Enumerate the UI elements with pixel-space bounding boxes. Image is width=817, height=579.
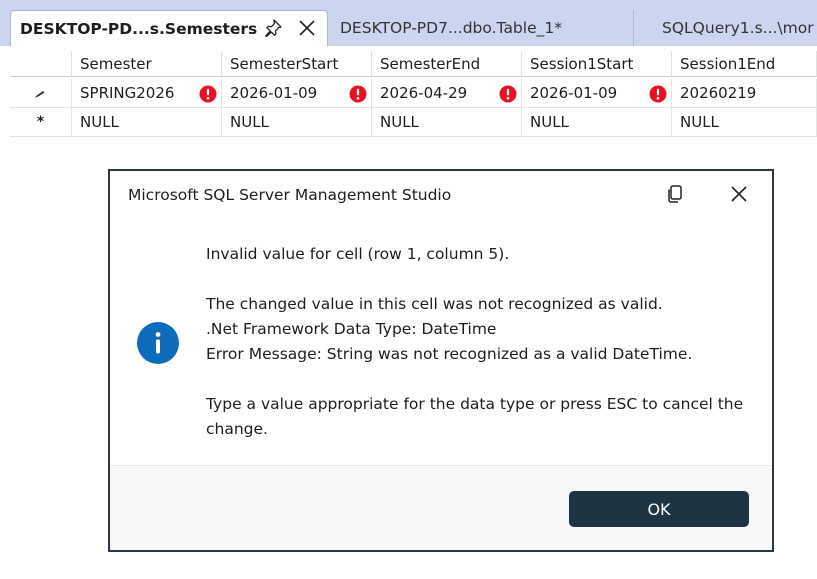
close-icon[interactable] bbox=[297, 18, 317, 38]
dialog-footer: OK bbox=[110, 465, 772, 550]
table-cell[interactable]: NULL bbox=[222, 108, 372, 137]
error-icon bbox=[499, 85, 517, 103]
info-icon bbox=[137, 322, 179, 364]
tab-table-1[interactable]: DESKTOP-PD7...dbo.Table_1* bbox=[328, 10, 634, 46]
message-line: Invalid value for cell (row 1, column 5)… bbox=[206, 245, 510, 263]
tab-label: DESKTOP-PD7...dbo.Table_1* bbox=[340, 19, 562, 37]
pin-icon[interactable] bbox=[263, 18, 283, 38]
table-cell[interactable]: NULL bbox=[372, 108, 522, 137]
column-header-session1start[interactable]: Session1Start bbox=[522, 51, 672, 77]
table-cell[interactable]: 2026-01-09 bbox=[522, 79, 672, 108]
row-selector[interactable]: * bbox=[10, 108, 72, 137]
ok-button[interactable]: OK bbox=[569, 491, 749, 527]
table-cell[interactable]: 20260219 bbox=[672, 79, 817, 108]
column-header-semester[interactable]: Semester bbox=[72, 51, 222, 77]
row-selector[interactable] bbox=[10, 79, 72, 108]
pencil-icon bbox=[34, 84, 48, 102]
tab-label: SQLQuery1.s...\mor bbox=[662, 19, 814, 37]
row-header-corner[interactable] bbox=[10, 51, 72, 77]
message-line: Type a value appropriate for the data ty… bbox=[206, 395, 744, 413]
tab-semesters[interactable]: DESKTOP-PD...s.Semesters bbox=[10, 10, 328, 46]
table-row: * NULL NULL NULL NULL NULL bbox=[10, 108, 817, 137]
table-cell[interactable]: NULL bbox=[72, 108, 222, 137]
error-icon bbox=[649, 85, 667, 103]
message-line: .Net Framework Data Type: DateTime bbox=[206, 320, 497, 338]
error-icon bbox=[199, 85, 217, 103]
column-header-session1end[interactable]: Session1End bbox=[672, 51, 817, 77]
table-row: SPRING2026 2026-01-09 2026-04-29 2026-01… bbox=[10, 79, 817, 108]
dialog-message: Invalid value for cell (row 1, column 5)… bbox=[206, 242, 766, 442]
table-cell[interactable]: 2026-04-29 bbox=[372, 79, 522, 108]
copy-icon[interactable] bbox=[664, 183, 686, 205]
column-header-semesterstart[interactable]: SemesterStart bbox=[222, 51, 372, 77]
tab-label: DESKTOP-PD...s.Semesters bbox=[20, 19, 258, 38]
error-dialog: Microsoft SQL Server Management Studio I… bbox=[108, 169, 774, 552]
close-icon[interactable] bbox=[728, 183, 750, 205]
error-icon bbox=[349, 85, 367, 103]
table-cell[interactable]: NULL bbox=[672, 108, 817, 137]
document-tab-strip: DESKTOP-PD...s.Semesters DESKTOP-PD7...d… bbox=[0, 0, 817, 46]
new-row-star-icon: * bbox=[36, 114, 45, 130]
table-cell[interactable]: SPRING2026 bbox=[72, 79, 222, 108]
grid-header-row: Semester SemesterStart SemesterEnd Sessi… bbox=[10, 51, 817, 77]
table-cell[interactable]: 2026-01-09 bbox=[222, 79, 372, 108]
message-line: Error Message: String was not recognized… bbox=[206, 345, 693, 363]
table-cell[interactable]: NULL bbox=[522, 108, 672, 137]
tab-sqlquery1[interactable]: SQLQuery1.s...\mor bbox=[650, 10, 817, 46]
column-header-semesterend[interactable]: SemesterEnd bbox=[372, 51, 522, 77]
dialog-title: Microsoft SQL Server Management Studio bbox=[128, 186, 452, 204]
message-line: The changed value in this cell was not r… bbox=[206, 295, 663, 313]
message-line: change. bbox=[206, 420, 268, 438]
